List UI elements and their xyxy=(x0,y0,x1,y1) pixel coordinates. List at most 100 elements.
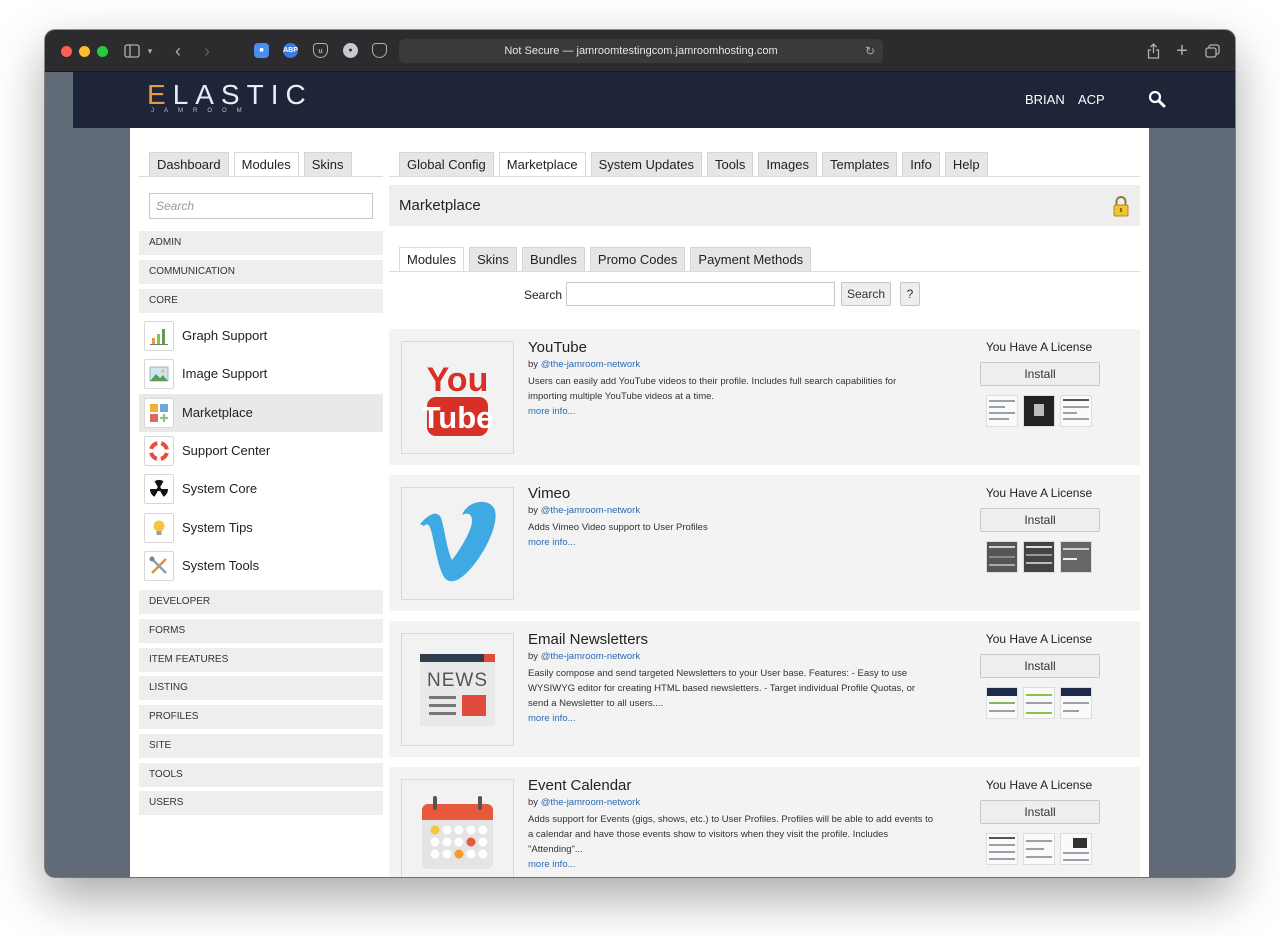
sidebar-item-label: Marketplace xyxy=(182,405,253,420)
calendar-icon[interactable] xyxy=(401,779,514,877)
password-extension-icon[interactable]: ● xyxy=(343,43,358,58)
item-author-link[interactable]: @the-jamroom-network xyxy=(541,505,640,516)
subtab-promo-codes[interactable]: Promo Codes xyxy=(589,247,686,272)
screenshot-thumbnail[interactable] xyxy=(1023,687,1055,719)
youtube-logo-icon[interactable]: You Tube xyxy=(401,341,514,454)
more-info-link[interactable]: more info... xyxy=(528,537,576,548)
subtab-modules[interactable]: Modules xyxy=(399,247,465,272)
site-logo[interactable]: ELASTIC JAMROOM xyxy=(147,80,313,115)
more-info-link[interactable]: more info... xyxy=(528,713,576,724)
sidebar-category-profiles[interactable]: PROFILES xyxy=(139,705,383,729)
address-bar[interactable]: Not Secure — jamroomtestingcom.jamroomho… xyxy=(399,39,883,63)
screenshot-thumbnail[interactable] xyxy=(1023,833,1055,865)
newspaper-icon[interactable]: NEWS xyxy=(401,633,514,746)
sidebar-item-system-core[interactable]: System Core xyxy=(139,470,383,508)
tab-help[interactable]: Help xyxy=(944,152,988,177)
sidebar-item-system-tips[interactable]: System Tips xyxy=(139,509,383,547)
sidebar-category-forms[interactable]: FORMS xyxy=(139,619,383,643)
subtab-payment-methods[interactable]: Payment Methods xyxy=(690,247,812,272)
item-author-link[interactable]: @the-jamroom-network xyxy=(541,797,640,808)
item-description: Adds Vimeo Video support to User Profile… xyxy=(528,520,933,550)
install-button[interactable]: Install xyxy=(980,362,1100,386)
reload-icon[interactable]: ↻ xyxy=(865,39,875,63)
tab-info[interactable]: Info xyxy=(902,152,940,177)
vimeo-logo-icon[interactable] xyxy=(401,487,514,600)
tab-dashboard[interactable]: Dashboard xyxy=(149,152,229,177)
more-info-link[interactable]: more info... xyxy=(528,859,576,870)
tab-global-config[interactable]: Global Config xyxy=(399,152,494,177)
install-button[interactable]: Install xyxy=(980,508,1100,532)
item-description: Adds support for Events (gigs, shows, et… xyxy=(528,812,933,872)
install-button[interactable]: Install xyxy=(980,800,1100,824)
screenshot-thumbnail[interactable] xyxy=(1060,395,1092,427)
sidebar-category-listing[interactable]: LISTING xyxy=(139,676,383,700)
sidebar-item-graph-support[interactable]: Graph Support xyxy=(139,317,383,355)
bitwarden-extension-icon[interactable]: ■ xyxy=(254,43,269,58)
sidebar-category-site[interactable]: SITE xyxy=(139,734,383,758)
page-content: Dashboard Modules Skins Global Config Ma… xyxy=(130,128,1149,877)
lightbulb-icon xyxy=(144,513,174,543)
sidebar-category-users[interactable]: USERS xyxy=(139,791,383,815)
screenshot-thumbnail[interactable] xyxy=(986,541,1018,573)
share-icon[interactable] xyxy=(1145,41,1161,61)
screenshot-thumbnail[interactable] xyxy=(986,395,1018,427)
adblock-extension-icon[interactable]: ABP xyxy=(283,43,298,58)
screenshot-thumbnail[interactable] xyxy=(1023,395,1055,427)
tab-images[interactable]: Images xyxy=(758,152,817,177)
marketplace-search-input[interactable] xyxy=(566,282,835,306)
sidebar-category-communication[interactable]: COMMUNICATION xyxy=(139,260,383,284)
item-title[interactable]: Vimeo xyxy=(528,485,570,502)
privacy-shield-icon[interactable] xyxy=(372,43,387,58)
sidebar-category-admin[interactable]: ADMIN xyxy=(139,231,383,255)
chevron-down-icon[interactable]: ▾ xyxy=(145,41,155,61)
new-tab-icon[interactable]: + xyxy=(1174,41,1190,61)
sidebar-category-developer[interactable]: DEVELOPER xyxy=(139,590,383,614)
screenshot-thumbnail[interactable] xyxy=(986,833,1018,865)
user-menu-link[interactable]: BRIAN xyxy=(1025,92,1065,107)
forward-icon[interactable]: › xyxy=(200,41,214,61)
item-author-link[interactable]: @the-jamroom-network xyxy=(541,651,640,662)
tab-tools[interactable]: Tools xyxy=(706,152,754,177)
license-status: You Have A License xyxy=(985,340,1093,354)
item-author-link[interactable]: @the-jamroom-network xyxy=(541,359,640,370)
screenshot-thumbnail[interactable] xyxy=(1023,541,1055,573)
sidebar-toggle-icon[interactable] xyxy=(123,41,141,61)
subtab-bundles[interactable]: Bundles xyxy=(521,247,585,272)
search-icon[interactable] xyxy=(1148,90,1166,108)
screenshot-thumbnail[interactable] xyxy=(1060,541,1092,573)
sidebar-category-tools[interactable]: TOOLS xyxy=(139,763,383,787)
license-status: You Have A License xyxy=(985,778,1093,792)
sidebar-item-marketplace[interactable]: Marketplace xyxy=(139,394,383,432)
lock-icon[interactable] xyxy=(1112,195,1130,217)
shield-extension-icon[interactable]: u xyxy=(313,43,328,58)
minimize-window-button[interactable] xyxy=(79,46,90,57)
close-window-button[interactable] xyxy=(61,46,72,57)
tab-overview-icon[interactable] xyxy=(1204,41,1220,61)
tab-system-updates[interactable]: System Updates xyxy=(590,152,702,177)
more-info-link[interactable]: more info... xyxy=(528,406,576,417)
install-button[interactable]: Install xyxy=(980,654,1100,678)
screenshot-thumbnail[interactable] xyxy=(986,687,1018,719)
item-title[interactable]: Event Calendar xyxy=(528,777,631,794)
back-icon[interactable]: ‹ xyxy=(171,41,185,61)
screenshot-thumbnail[interactable] xyxy=(1060,687,1092,719)
marketplace-search-button[interactable]: Search xyxy=(841,282,891,306)
subtab-skins[interactable]: Skins xyxy=(469,247,517,272)
acp-link[interactable]: ACP xyxy=(1078,92,1105,107)
screenshot-thumbnail[interactable] xyxy=(1060,833,1092,865)
zoom-window-button[interactable] xyxy=(97,46,108,57)
sidebar-item-label: Support Center xyxy=(182,443,271,458)
item-title[interactable]: Email Newsletters xyxy=(528,631,648,648)
help-button[interactable]: ? xyxy=(900,282,920,306)
tab-templates[interactable]: Templates xyxy=(821,152,898,177)
tab-marketplace[interactable]: Marketplace xyxy=(498,152,586,177)
sidebar-category-core[interactable]: CORE xyxy=(139,289,383,313)
sidebar-item-support-center[interactable]: Support Center xyxy=(139,432,383,470)
sidebar-search-input[interactable] xyxy=(149,193,373,219)
sidebar-item-image-support[interactable]: Image Support xyxy=(139,355,383,393)
sidebar-item-system-tools[interactable]: System Tools xyxy=(139,547,383,585)
sidebar-category-item-features[interactable]: ITEM FEATURES xyxy=(139,648,383,672)
tab-modules[interactable]: Modules xyxy=(233,152,299,177)
tab-skins[interactable]: Skins xyxy=(303,152,352,177)
item-title[interactable]: YouTube xyxy=(528,339,587,356)
